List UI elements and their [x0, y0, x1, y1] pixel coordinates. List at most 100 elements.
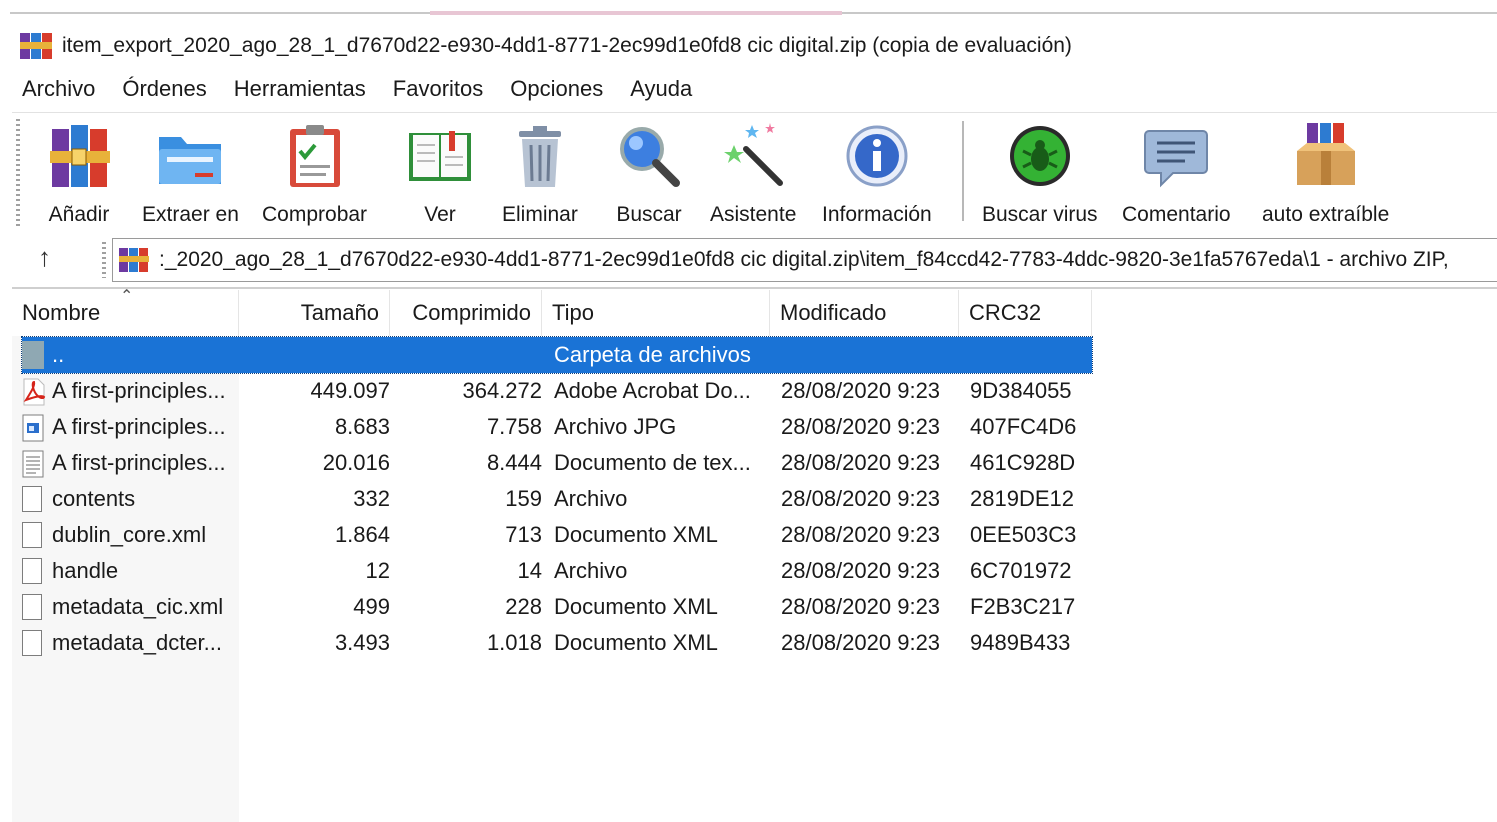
row-modified: 28/08/2020 9:23: [781, 450, 941, 475]
table-row[interactable]: A first-principles... 8.683 7.758 Archiv…: [22, 409, 1092, 445]
sfx-button[interactable]: auto extraíble: [1262, 121, 1389, 227]
row-crc: 461C928D: [970, 450, 1076, 475]
up-arrow-icon[interactable]: ↑: [38, 242, 62, 272]
row-type: Carpeta de archivos: [554, 342, 751, 367]
info-label: Información: [822, 203, 932, 226]
active-tab-highlight: [430, 11, 842, 15]
blank-file-icon: [22, 522, 42, 548]
wizard-label: Asistente: [710, 203, 797, 226]
row-size: 12: [365, 558, 390, 583]
column-header-packed[interactable]: Comprimido: [390, 290, 542, 336]
row-size: 20.016: [322, 450, 390, 475]
extract-to-button[interactable]: Extraer en: [142, 121, 239, 227]
comment-icon: [1141, 121, 1211, 191]
row-crc: 9D384055: [970, 378, 1072, 403]
row-crc: 2819DE12: [970, 486, 1074, 511]
row-packed: 1.018: [486, 630, 542, 655]
row-packed: 7.758: [486, 414, 542, 439]
row-name: A first-principles...: [52, 378, 226, 403]
row-packed: 8.444: [486, 450, 542, 475]
row-crc: 9489B433: [970, 630, 1071, 655]
image-file-icon: [22, 414, 44, 442]
row-name: handle: [52, 558, 119, 583]
row-size: [252, 337, 390, 373]
blank-file-icon: [22, 630, 42, 656]
menu-opciones[interactable]: Opciones: [510, 76, 603, 108]
menu-favoritos[interactable]: Favoritos: [393, 76, 483, 108]
find-button[interactable]: Buscar: [614, 121, 684, 227]
row-modified: 28/08/2020 9:23: [781, 522, 941, 547]
view-button[interactable]: Ver: [405, 121, 475, 227]
add-button[interactable]: Añadir: [44, 121, 114, 227]
column-header-type[interactable]: Tipo: [542, 290, 770, 336]
file-list: Nombre ⌃ Tamaño Comprimido Tipo Modifica…: [12, 288, 1497, 822]
row-crc: 6C701972: [970, 558, 1072, 583]
table-row[interactable]: handle 12 14 Archivo 28/08/2020 9:23 6C7…: [22, 553, 1092, 589]
view-label: Ver: [424, 203, 456, 226]
column-name-label: Nombre: [22, 300, 101, 325]
table-row-parent[interactable]: .. Carpeta de archivos: [21, 336, 1093, 374]
column-crc-label: CRC32: [969, 300, 1042, 325]
address-grip[interactable]: [102, 242, 106, 278]
delete-button[interactable]: Eliminar: [502, 121, 578, 227]
extract-folder-icon: [155, 121, 225, 191]
row-name: metadata_dcter...: [52, 630, 222, 655]
info-button[interactable]: Información: [822, 121, 932, 227]
column-header-modified[interactable]: Modificado: [770, 290, 959, 336]
table-row[interactable]: metadata_cic.xml 499 228 Documento XML 2…: [22, 589, 1092, 625]
menu-ayuda[interactable]: Ayuda: [630, 76, 692, 108]
column-header-name[interactable]: Nombre ⌃: [12, 288, 239, 336]
column-header-size[interactable]: Tamaño: [239, 290, 390, 336]
magnifier-icon: [614, 121, 684, 191]
row-name: ..: [52, 342, 65, 367]
table-row[interactable]: contents 332 159 Archivo 28/08/2020 9:23…: [22, 481, 1092, 517]
winrar-archive-icon: [119, 248, 149, 272]
column-type-label: Tipo: [552, 300, 594, 325]
toolbar-separator: [962, 121, 964, 221]
virus-scan-button[interactable]: Buscar virus: [982, 121, 1098, 227]
window-title: item_export_2020_ago_28_1_d7670d22-e930-…: [62, 34, 1072, 57]
row-modified: 28/08/2020 9:23: [781, 630, 941, 655]
sfx-box-icon: [1291, 121, 1361, 191]
column-size-label: Tamaño: [300, 300, 379, 325]
row-type: Documento XML: [554, 522, 718, 547]
table-row[interactable]: A first-principles... 20.016 8.444 Docum…: [22, 445, 1092, 481]
menu-archivo[interactable]: Archivo: [22, 76, 95, 108]
parent-folder-icon: [22, 341, 44, 369]
menu-herramientas[interactable]: Herramientas: [234, 76, 366, 108]
row-crc: F2B3C217: [970, 594, 1076, 619]
title-bar: item_export_2020_ago_28_1_d7670d22-e930-…: [20, 30, 1072, 62]
row-packed: 364.272: [462, 378, 542, 403]
table-row[interactable]: dublin_core.xml 1.864 713 Documento XML …: [22, 517, 1092, 553]
column-packed-label: Comprimido: [412, 300, 531, 325]
row-modified: 28/08/2020 9:23: [781, 486, 941, 511]
blank-file-icon: [22, 558, 42, 584]
row-type: Archivo: [554, 486, 628, 511]
row-size: 449.097: [310, 378, 390, 403]
extract-to-label: Extraer en: [142, 203, 239, 226]
table-row[interactable]: metadata_dcter... 3.493 1.018 Documento …: [22, 625, 1092, 661]
toolbar-grip[interactable]: [16, 119, 20, 227]
row-modified: 28/08/2020 9:23: [781, 414, 941, 439]
test-label: Comprobar: [262, 203, 368, 226]
address-field[interactable]: :_2020_ago_28_1_d7670d22-e930-4dd1-8771-…: [112, 238, 1497, 282]
menu-ordenes[interactable]: Órdenes: [122, 76, 206, 108]
text-file-icon: [22, 450, 44, 478]
column-header-crc[interactable]: CRC32: [959, 290, 1092, 336]
test-button[interactable]: Comprobar: [262, 121, 367, 227]
comment-label: Comentario: [1122, 203, 1231, 226]
sort-ascending-icon: ⌃: [120, 288, 134, 305]
row-name: dublin_core.xml: [52, 522, 207, 547]
trash-icon: [505, 121, 575, 191]
table-row[interactable]: A first-principles... 449.097 364.272 Ad…: [22, 373, 1092, 409]
row-name: contents: [52, 486, 136, 511]
wizard-button[interactable]: Asistente: [710, 121, 796, 227]
row-packed: 14: [517, 558, 542, 583]
comment-button[interactable]: Comentario: [1122, 121, 1231, 227]
row-size: 332: [353, 486, 390, 511]
window-top-strip: [0, 0, 1497, 16]
info-icon: [842, 121, 912, 191]
blank-file-icon: [22, 594, 42, 620]
find-label: Buscar: [616, 203, 682, 226]
address-path: :_2020_ago_28_1_d7670d22-e930-4dd1-8771-…: [159, 248, 1449, 271]
